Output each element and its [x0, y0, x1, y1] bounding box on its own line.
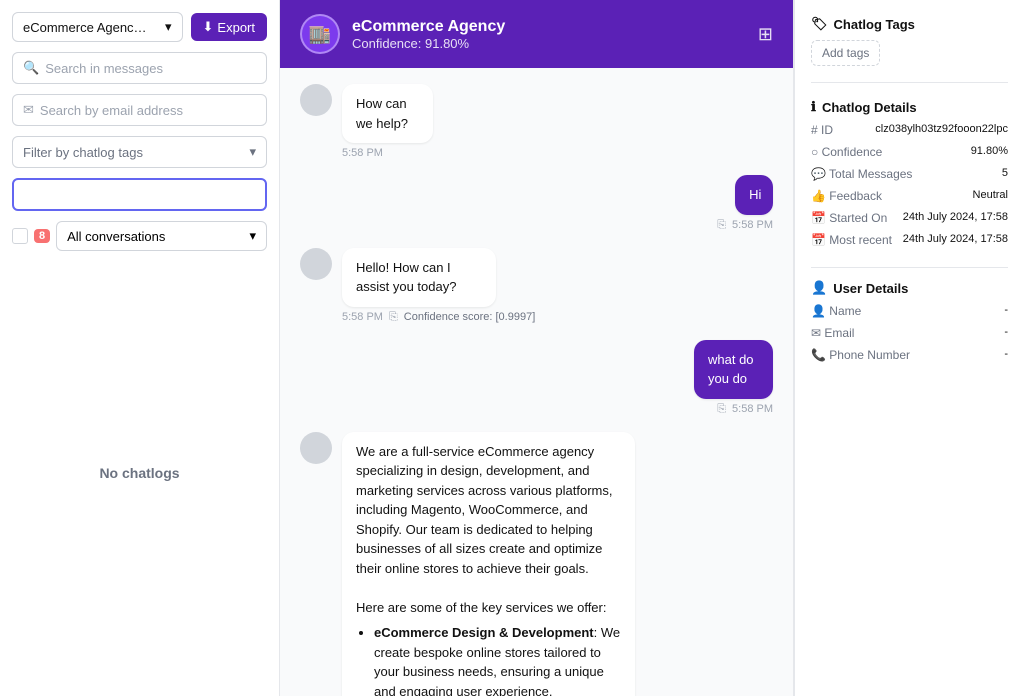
info-icon: ℹ	[811, 99, 816, 115]
conversations-filter-row: 8 All conversations ▾	[12, 221, 267, 251]
detail-label-phone: 📞 Phone Number	[811, 348, 910, 362]
chevron-down-icon: ▾	[165, 19, 172, 35]
detail-row-total-messages: 💬 Total Messages 5	[811, 167, 1008, 181]
detail-value-total-messages: 5	[1002, 167, 1008, 179]
detail-label-name: 👤 Name	[811, 304, 861, 318]
chat-area: 🏬 eCommerce Agency Confidence: 91.80% ⊞ …	[280, 0, 794, 696]
search-icon: 🔍	[23, 60, 39, 76]
filter-tags-row[interactable]: Filter by chatlog tags ▾	[12, 136, 267, 168]
no-chatlogs-label: No chatlogs	[12, 261, 267, 684]
conversations-selector[interactable]: All conversations ▾	[56, 221, 267, 251]
chatlog-details-section: ℹ Chatlog Details # ID clz038ylh03tz92fo…	[811, 99, 1008, 247]
message-bubble: Hi	[735, 175, 773, 215]
detail-value-phone: -	[1004, 348, 1008, 360]
message-bubble: what do you do	[694, 340, 773, 399]
detail-label-id: # ID	[811, 123, 833, 137]
chat-agency-name: eCommerce Agency	[352, 18, 505, 36]
detail-value-email: -	[1004, 326, 1008, 338]
email-search-icon: ✉	[23, 102, 34, 118]
export-button[interactable]: ⬇ Export	[191, 13, 267, 41]
sidebar-top-row: eCommerce Agenc… ▾ ⬇ Export	[12, 12, 267, 42]
detail-label-confidence: ○ Confidence	[811, 145, 882, 159]
detail-row-email: ✉ Email -	[811, 326, 1008, 340]
detail-value-name: -	[1004, 304, 1008, 316]
chat-confidence: Confidence: 91.80%	[352, 36, 505, 51]
date-filter-input[interactable]: 07/25/2024	[12, 178, 267, 211]
chatlog-tags-section: 🏷 Chatlog Tags Add tags	[811, 16, 1008, 66]
chat-agency-avatar: 🏬	[300, 14, 340, 54]
message-wrapper: Hi ⎘ 5:58 PM	[717, 175, 773, 232]
layout-icon[interactable]: ⊞	[758, 24, 773, 45]
add-tags-button[interactable]: Add tags	[811, 40, 880, 66]
message-row: How can we help? 5:58 PM	[300, 84, 773, 159]
search-messages-box: 🔍	[12, 52, 267, 84]
detail-row-name: 👤 Name -	[811, 304, 1008, 318]
user-details-title: 👤 User Details	[811, 267, 1008, 296]
chevron-down-icon: ▾	[249, 144, 256, 160]
message-row: Hi ⎘ 5:58 PM	[300, 175, 773, 232]
detail-value-id: clz038ylh03tz92fooon22lpc	[875, 123, 1008, 135]
message-row: We are a full-service eCommerce agency s…	[300, 432, 773, 696]
detail-row-started-on: 📅 Started On 24th July 2024, 17:58	[811, 211, 1008, 225]
chatlog-tags-title: 🏷 Chatlog Tags	[811, 16, 1008, 32]
download-icon: ⬇	[203, 19, 214, 35]
copy-icon[interactable]: ⎘	[389, 311, 398, 324]
detail-label-email: ✉ Email	[811, 326, 854, 340]
user-details-section: 👤 User Details 👤 Name - ✉ Email - 📞 Phon…	[811, 263, 1008, 362]
conversations-checkbox[interactable]	[12, 228, 28, 244]
detail-label-feedback: 👍 Feedback	[811, 189, 882, 203]
detail-label-total-messages: 💬 Total Messages	[811, 167, 912, 181]
avatar	[300, 432, 332, 464]
chatlog-details-title: ℹ Chatlog Details	[811, 99, 1008, 115]
copy-icon[interactable]: ⎘	[717, 403, 726, 416]
filter-tags-label: Filter by chatlog tags	[23, 145, 143, 160]
search-email-input[interactable]	[40, 103, 256, 118]
avatar	[300, 248, 332, 280]
agency-selector-label: eCommerce Agenc…	[23, 20, 147, 35]
message-time: 5:58 PM	[342, 147, 476, 159]
message-wrapper: Hello! How can I assist you today? 5:58 …	[342, 248, 569, 324]
message-time: 5:58 PM ⎘ Confidence score: [0.9997]	[342, 311, 569, 324]
copy-icon[interactable]: ⎘	[717, 219, 726, 232]
detail-value-confidence: 91.80%	[971, 145, 1008, 157]
message-time: ⎘ 5:58 PM	[717, 403, 773, 416]
tag-icon: 🏷	[811, 16, 828, 32]
message-bubble: We are a full-service eCommerce agency s…	[342, 432, 635, 696]
message-wrapper: We are a full-service eCommerce agency s…	[342, 432, 773, 696]
detail-value-feedback: Neutral	[973, 189, 1008, 201]
search-messages-input[interactable]	[45, 61, 256, 76]
detail-label-most-recent: 📅 Most recent	[811, 233, 892, 247]
conversations-label: All conversations	[67, 229, 165, 244]
detail-label-started-on: 📅 Started On	[811, 211, 887, 225]
detail-row-most-recent: 📅 Most recent 24th July 2024, 17:58	[811, 233, 1008, 247]
avatar	[300, 84, 332, 116]
message-bubble: How can we help?	[342, 84, 433, 143]
search-email-box: ✉	[12, 94, 267, 126]
detail-row-id: # ID clz038ylh03tz92fooon22lpc	[811, 123, 1008, 137]
chat-header-left: 🏬 eCommerce Agency Confidence: 91.80%	[300, 14, 505, 54]
chat-messages: How can we help? 5:58 PM Hi ⎘ 5:58 PM He…	[280, 68, 793, 696]
message-bubble: Hello! How can I assist you today?	[342, 248, 496, 307]
message-row: Hello! How can I assist you today? 5:58 …	[300, 248, 773, 324]
message-wrapper: what do you do ⎘ 5:58 PM	[657, 340, 773, 416]
conversations-badge: 8	[34, 229, 50, 243]
detail-value-most-recent: 24th July 2024, 17:58	[903, 233, 1008, 245]
detail-row-feedback: 👍 Feedback Neutral	[811, 189, 1008, 203]
chat-header-info: eCommerce Agency Confidence: 91.80%	[352, 18, 505, 51]
chevron-down-icon: ▾	[249, 228, 256, 244]
message-wrapper: How can we help? 5:58 PM	[342, 84, 476, 159]
detail-row-confidence: ○ Confidence 91.80%	[811, 145, 1008, 159]
divider	[811, 82, 1008, 83]
confidence-score: Confidence score: [0.9997]	[404, 311, 535, 323]
message-time: ⎘ 5:58 PM	[717, 219, 773, 232]
user-icon: 👤	[811, 280, 827, 296]
message-row: what do you do ⎘ 5:58 PM	[300, 340, 773, 416]
right-panel: 🏷 Chatlog Tags Add tags ℹ Chatlog Detail…	[794, 0, 1024, 696]
sidebar: eCommerce Agenc… ▾ ⬇ Export 🔍 ✉ Filter b…	[0, 0, 280, 696]
detail-value-started-on: 24th July 2024, 17:58	[903, 211, 1008, 223]
chat-header: 🏬 eCommerce Agency Confidence: 91.80% ⊞	[280, 0, 793, 68]
detail-row-phone: 📞 Phone Number -	[811, 348, 1008, 362]
agency-selector[interactable]: eCommerce Agenc… ▾	[12, 12, 183, 42]
